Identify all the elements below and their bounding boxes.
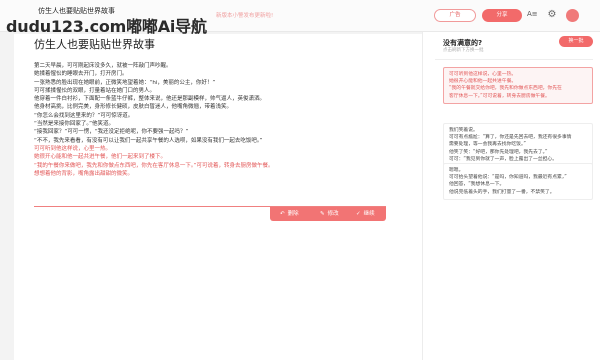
selected-paragraph[interactable]: 她很开心能和他一起共进午餐，他们一起来到了楼下。 xyxy=(34,153,404,161)
edit-button[interactable]: ✎ 修改 xyxy=(320,207,339,221)
selected-paragraph[interactable]: 可可听到他这样说，心里一热。 xyxy=(34,145,404,153)
story-paragraph[interactable]: 一张熟悉的脸出现在她眼前，正微笑地望着她：“hi，美丽的公主，你好！” xyxy=(34,79,404,87)
suggestion-line: 可可抬头望着他说：“是吗，你知道吗，我最近有点累，” xyxy=(449,175,567,181)
story-paragraph[interactable]: “不不，我先来看看，有没有可以让我们一起共享午餐的人选呗，如果没有我们一起去吃饭… xyxy=(34,137,404,145)
suggestion-line: 需要处理，等一会我再去找你吃饭。” xyxy=(449,142,526,148)
story-paragraph[interactable]: “你怎么会找到这里来的？”可可惊讶道。 xyxy=(34,112,404,120)
share-button[interactable]: 分享 xyxy=(482,9,522,22)
suggestion-line: 他笑了笑：“好吧，那你先处理吧，我先去了。” xyxy=(449,149,548,155)
suggestion-card[interactable]: 嗯嗯。可可抬头望着他说：“是吗，你知道吗，我最近有点累，” 他回答，“我想休息一下… xyxy=(443,163,593,200)
story-paragraph[interactable]: “接我回家？”可可一愣，“我还没定拒绝呢，你不要强一起吗？” xyxy=(34,128,404,136)
ad-button-label: 广告 xyxy=(449,12,461,18)
suggestion-line: 嗯嗯。 xyxy=(449,168,464,173)
avatar[interactable] xyxy=(566,9,579,22)
check-icon: ✓ xyxy=(356,211,361,217)
edit-button-label: 修改 xyxy=(327,211,339,217)
undo-icon: ↶ xyxy=(280,211,285,217)
panel-divider xyxy=(435,59,593,60)
suggestion-line: 我们笑着说。 xyxy=(449,128,478,133)
selection-action-bar: ↶ 删除 ✎ 修改 ✓ 继续 xyxy=(270,207,386,221)
story-paragraph[interactable]: “当然是来接你回家了。”他笑道。 xyxy=(34,120,404,128)
suggestion-line: 可可有点尴尬：“算了，你还是先回去吧，我还有很多事情 xyxy=(449,135,572,141)
story-paragraph[interactable]: 第二天早晨，可可刚起床没多久，就被一阵敲门声吵醒。 xyxy=(34,62,404,70)
story-paragraph[interactable]: 可可揉揉惺忪的双眼，打量着站在她门口的男人。 xyxy=(34,87,404,95)
page-title[interactable]: 仿生人也要贴贴世界故事 xyxy=(34,36,155,52)
suggestion-line: 她很开心能和他一起共进午餐。 xyxy=(449,79,517,85)
story-paragraph[interactable]: 他身材高挑，比例完美，身形修长健硕，皮肤白皙迷人，他嘴角微翘，带着浅笑。 xyxy=(34,103,404,111)
selected-paragraph[interactable]: 想想着他的背影，嘴角露出甜甜的微笑。 xyxy=(34,170,404,178)
pencil-icon: ✎ xyxy=(320,211,325,217)
story-paragraph[interactable]: 他穿着一件白衬衫，下面配一条蓝牛仔裤，整体来说，他还是那副模样，帅气逼人，英俊潇… xyxy=(34,95,404,103)
continue-button[interactable]: ✓ 继续 xyxy=(356,207,375,221)
share-button-label: 分享 xyxy=(496,12,508,18)
ad-button[interactable]: 广告 xyxy=(434,9,476,22)
refresh-suggestions-button[interactable]: 换一批 xyxy=(559,36,593,47)
delete-button[interactable]: ↶ 删除 xyxy=(280,207,299,221)
suggestion-line: 可可听到他这样说，心里一热。 xyxy=(449,72,517,77)
suggestion-line: 他回答，“我想休息一下。 xyxy=(449,182,505,188)
suggestion-card[interactable]: 我们笑着说。可可有点尴尬：“算了，你还是先回去吧，我还有很多事情 需要处理，等一会… xyxy=(443,123,593,168)
font-settings-icon[interactable]: A≡ xyxy=(527,10,538,18)
selected-paragraph[interactable]: “我的午餐你来做吧，我先和你做点东西吧，你先在客厅休息一下。”可可说着，转身去厨… xyxy=(34,162,404,170)
panel-subtitle: 点击刷新下方换一批 xyxy=(443,48,484,53)
suggestion-line: “我的午餐就交给你吧，我先和你做点东西吧，你先在 xyxy=(449,86,562,92)
gear-icon[interactable]: ⚙ xyxy=(546,9,558,21)
suggestion-line: 客厅休息一下。”可可说着，转身去厨房做午餐。 xyxy=(449,93,550,99)
suggestion-line: 他说完低着头的手，我们打量了一番，不禁笑了。 xyxy=(449,189,555,195)
story-paragraph[interactable]: 她揉着惺忪的睡眼去开门，打开房门。 xyxy=(34,70,404,78)
suggestion-card[interactable]: 可可听到他这样说，心里一热。 她很开心能和他一起共进午餐。 “我的午餐就交给你吧，我… xyxy=(443,67,593,104)
story-body[interactable]: 第二天早晨，可可刚起床没多久，就被一阵敲门声吵醒。 她揉着惺忪的睡眼去开门，打开房… xyxy=(34,62,404,178)
update-notice[interactable]: 新版本小警发布更新啦! xyxy=(216,11,273,19)
suggestion-line: 可可：“我见到你就了一声，脸上露出了一丝担心。 xyxy=(449,156,558,162)
suggestion-panel: 没有满意的? 点击刷新下方换一批 换一批 可可听到他这样说，心里一热。 她很开心能… xyxy=(422,32,600,360)
delete-button-label: 删除 xyxy=(287,211,299,217)
continue-button-label: 继续 xyxy=(363,211,375,217)
